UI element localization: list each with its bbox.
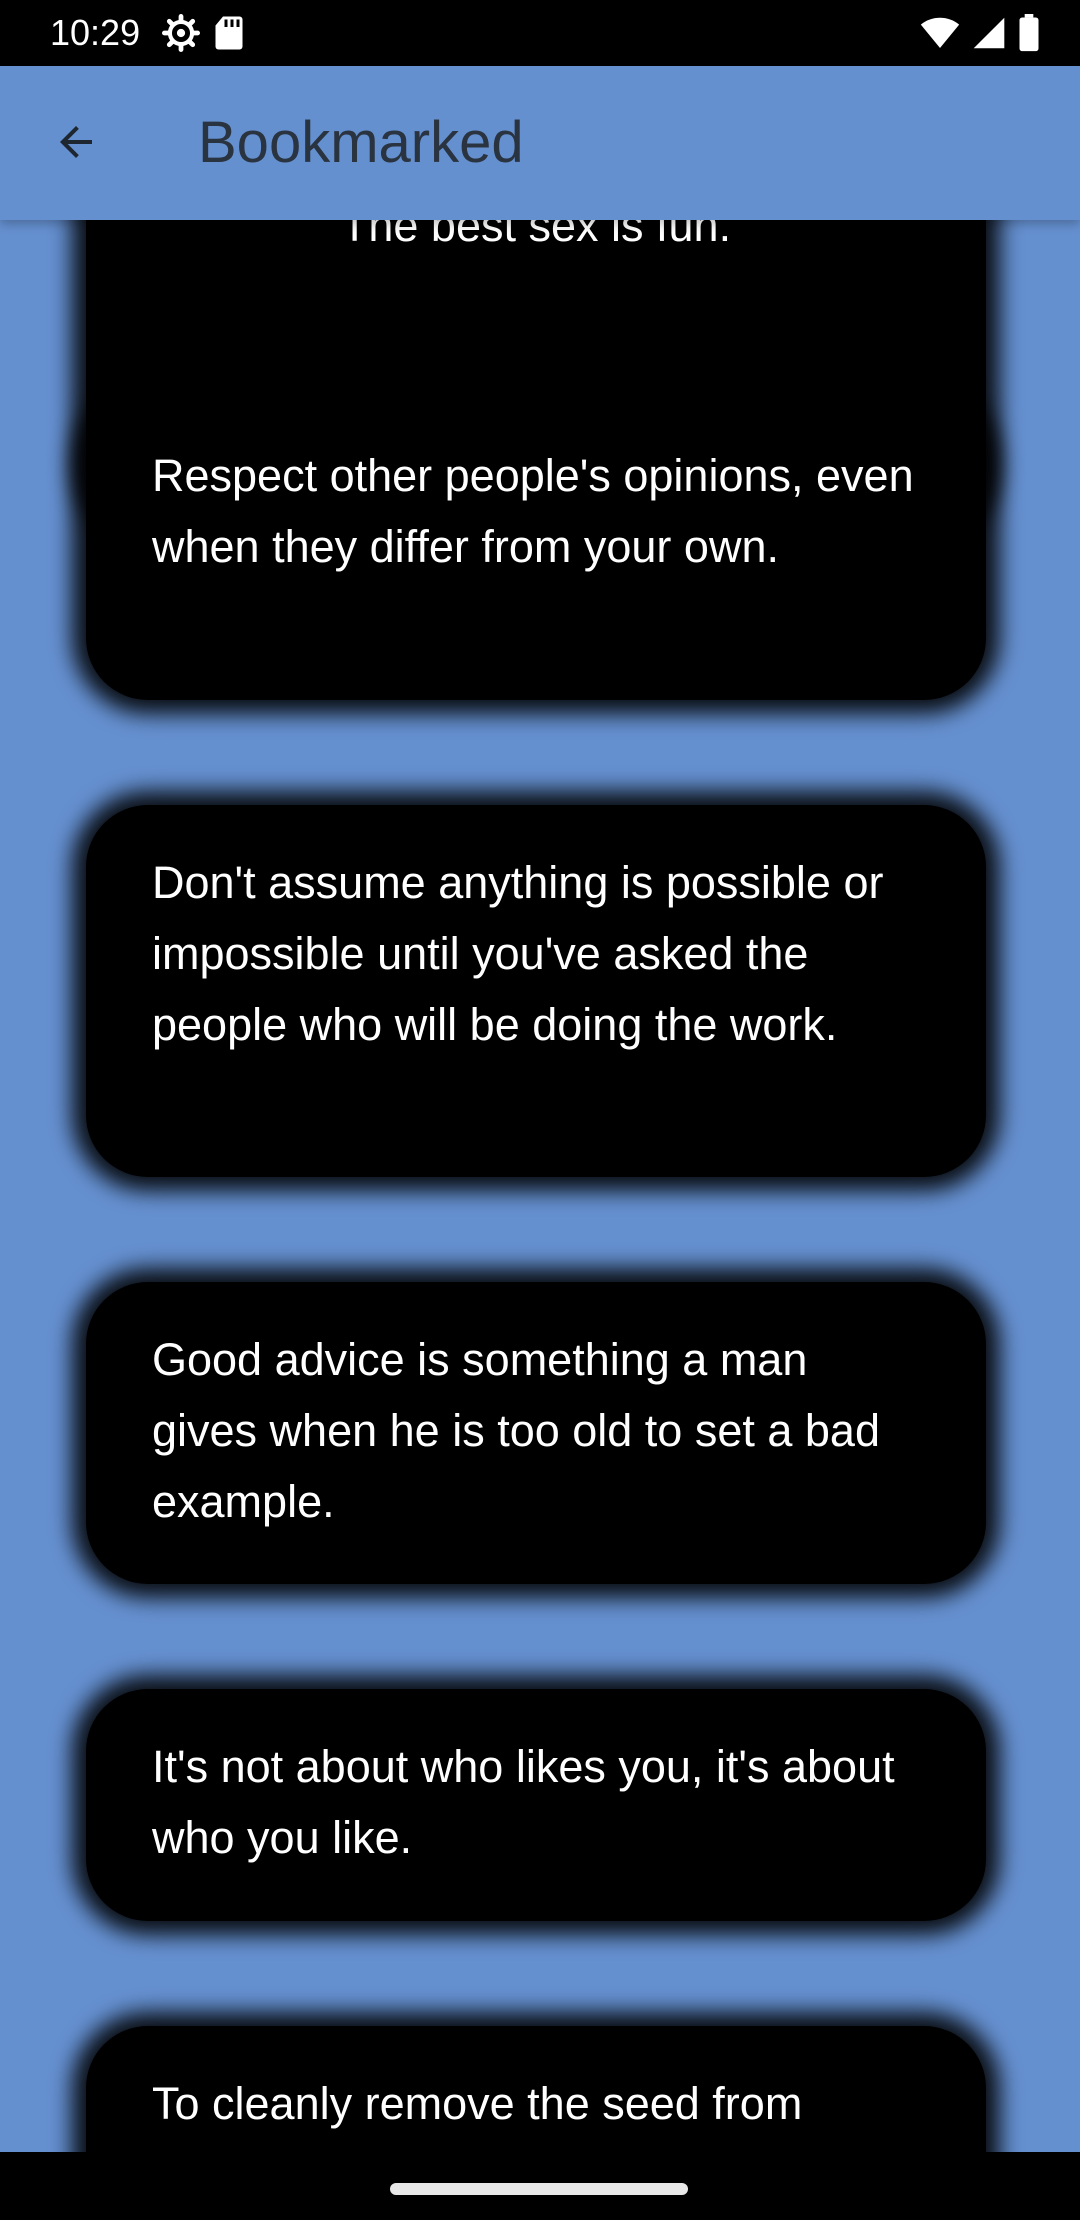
quote-card[interactable]: To cleanly remove the seed from [86,2026,986,2152]
status-right-icons [920,14,1040,57]
quote-card[interactable]: Good advice is something a man gives whe… [86,1282,986,1584]
settings-gear-icon [162,14,200,57]
status-time: 10:29 [50,12,141,53]
status-bar: 10:29 [0,0,1080,66]
quote-text: The best sex is fun. [340,220,732,251]
quote-text: Don't assume anything is possible or imp… [152,857,884,1050]
navigation-bar [0,2152,1080,2220]
battery-icon [1018,14,1040,57]
quote-text: It's not about who likes you, it's about… [152,1741,895,1863]
quote-text: To cleanly remove the seed from [152,2078,803,2129]
bookmark-list[interactable]: The best sex is fun. Respect other peopl… [0,220,1080,2152]
quote-text: Respect other people's opinions, even wh… [152,450,914,572]
quote-card[interactable]: Don't assume anything is possible or imp… [86,805,986,1177]
page-title: Bookmarked [198,110,524,175]
status-left-icons [162,14,244,57]
quote-card[interactable]: It's not about who likes you, it's about… [86,1689,986,1921]
quote-text: Good advice is something a man gives whe… [152,1334,880,1527]
back-button[interactable] [40,108,112,180]
arrow-back-icon [52,118,100,171]
cell-signal-icon [972,16,1006,55]
home-indicator[interactable] [390,2183,688,2195]
quote-card[interactable]: Respect other people's opinions, even wh… [86,398,986,700]
app-bar: Bookmarked [0,66,1080,220]
wifi-icon [920,16,960,55]
sd-card-icon [214,15,244,56]
